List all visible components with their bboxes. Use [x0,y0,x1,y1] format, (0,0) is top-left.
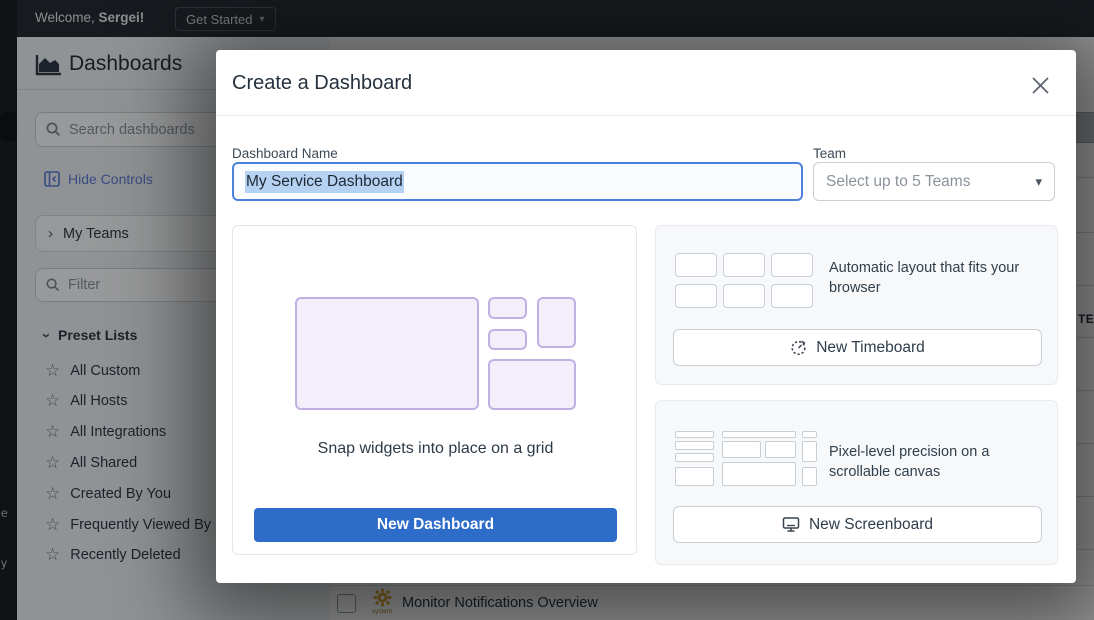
grid-card-caption: Snap widgets into place on a grid [233,440,638,458]
monitor-icon [782,516,800,533]
timeboard-description: Automatic layout that fits your browser [829,259,1041,298]
screenboard-description: Pixel-level precision on a scrollable ca… [829,443,1041,482]
screen: e y Welcome, Sergei! Get Started ▾ Dashb… [0,0,1094,620]
team-label: Team [813,146,846,161]
new-timeboard-button[interactable]: New Timeboard [673,329,1042,366]
timeboard-card: Automatic layout that fits your browser … [655,225,1058,385]
team-select[interactable]: Select up to 5 Teams ▾ [813,162,1055,201]
close-icon[interactable] [1031,76,1050,95]
selected-text: My Service Dashboard [245,171,404,193]
grid-layout-illustration [295,297,576,410]
new-dashboard-button[interactable]: New Dashboard [254,508,617,542]
screenboard-card: Pixel-level precision on a scrollable ca… [655,400,1058,565]
new-screenboard-label: New Screenboard [809,516,933,534]
stopwatch-icon [790,339,807,356]
new-timeboard-label: New Timeboard [816,339,925,357]
modal-header-divider [216,115,1076,116]
new-screenboard-button[interactable]: New Screenboard [673,506,1042,543]
dashboard-name-input[interactable]: My Service Dashboard [232,162,803,201]
free-layout-illustration [675,429,825,486]
auto-layout-illustration [675,253,813,308]
modal-title: Create a Dashboard [232,72,412,95]
create-dashboard-modal: Create a Dashboard Dashboard Name Team M… [216,50,1076,583]
team-select-placeholder: Select up to 5 Teams [826,173,970,191]
dashboard-name-label: Dashboard Name [232,146,338,161]
chevron-down-icon: ▾ [1035,174,1042,190]
grid-dashboard-card: Snap widgets into place on a grid New Da… [232,225,637,555]
